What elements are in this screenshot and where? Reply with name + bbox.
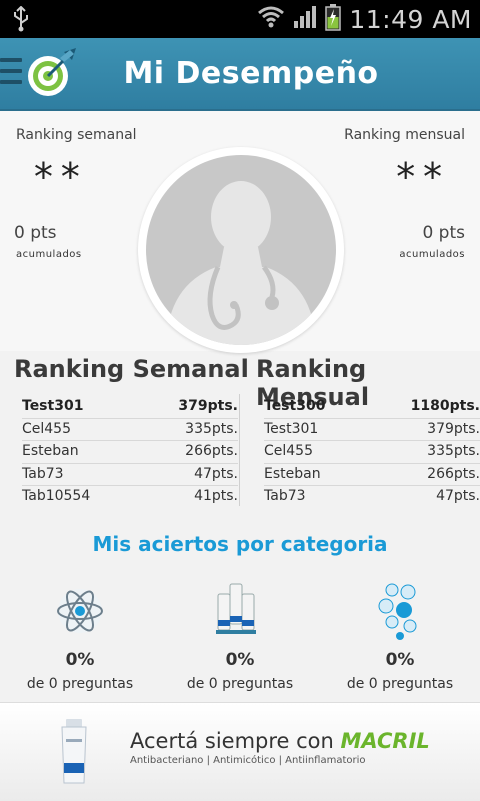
atom-icon <box>50 580 110 642</box>
battery-charging-icon <box>325 3 342 35</box>
category-item[interactable]: 0% de 0 preguntas <box>320 580 480 692</box>
science-bubbles-icon <box>370 580 430 642</box>
category-subtitle: de 0 preguntas <box>186 676 294 692</box>
table-row: Tab73 47pts. <box>22 464 238 486</box>
doctor-silhouette-icon <box>166 181 316 345</box>
player-points: 379pts. <box>178 398 238 414</box>
player-points: 47pts. <box>194 465 238 482</box>
player-name: Tab73 <box>264 488 306 504</box>
table-row: Test301 379pts. <box>22 396 238 419</box>
player-name: Esteban <box>22 443 79 459</box>
avatar[interactable] <box>138 147 344 353</box>
player-name: Test301 <box>22 398 84 414</box>
category-percent: 0% <box>65 650 95 670</box>
table-row: Esteban 266pts. <box>264 464 480 486</box>
table-row: Test301 379pts. <box>264 419 480 441</box>
monthly-ranking-table: Test300 1180pts. Test301 379pts. Cel455 335… <box>264 396 480 508</box>
category-item[interactable]: 0% de 0 preguntas <box>160 580 320 692</box>
category-item[interactable]: 0% de 0 preguntas <box>0 580 160 692</box>
monthly-points-caption: acumulados <box>399 249 465 260</box>
wifi-icon <box>257 5 285 33</box>
target-wing-logo[interactable] <box>24 46 82 100</box>
ranking-divider <box>239 394 240 506</box>
player-points: 266pts. <box>185 443 238 459</box>
ad-banner[interactable]: Acertá siempre con MACRIL Antibacteriano… <box>0 702 480 801</box>
weekly-ranking-table: Test301 379pts. Cel455 335pts. Esteban 266p… <box>22 396 238 508</box>
category-subtitle: de 0 preguntas <box>26 676 134 692</box>
page-title: Mi Desempeño <box>123 56 379 91</box>
player-points: 379pts. <box>427 420 480 437</box>
player-name: Esteban <box>264 465 321 482</box>
player-points: 335pts. <box>427 443 480 459</box>
player-points: 1180pts. <box>410 398 480 414</box>
app-header: Mi Desempeño <box>0 38 480 111</box>
player-name: Tab10554 <box>22 488 91 504</box>
player-name: Tab73 <box>22 465 64 482</box>
weekly-points: 0 pts <box>14 223 57 243</box>
table-row: Test300 1180pts. <box>264 396 480 419</box>
player-points: 335pts. <box>185 420 238 437</box>
menu-icon[interactable] <box>0 58 24 90</box>
weekly-ranking-label: Ranking semanal <box>16 127 137 143</box>
weekly-ranking-title: Ranking Semanal <box>14 355 249 383</box>
status-bar: 11:49 AM <box>0 0 480 38</box>
weekly-points-caption: acumulados <box>16 249 82 260</box>
product-tube-icon <box>58 717 90 787</box>
usb-icon <box>12 5 30 36</box>
player-name: Test300 <box>264 398 326 414</box>
player-name: Cel455 <box>264 443 313 459</box>
categories-title: Mis aciertos por categoria <box>92 532 388 556</box>
category-subtitle: de 0 preguntas <box>346 676 454 692</box>
player-name: Cel455 <box>22 420 71 437</box>
player-points: 266pts. <box>427 465 480 482</box>
player-points: 41pts. <box>194 488 238 504</box>
ad-tagline: Antibacteriano | Antimicótico | Antiinfl… <box>130 755 366 766</box>
monthly-points: 0 pts <box>422 223 465 243</box>
table-row: Tab10554 41pts. <box>22 486 238 508</box>
signal-icon <box>293 5 317 33</box>
ad-slogan-text: Acertá siempre con <box>130 729 341 753</box>
ad-slogan: Acertá siempre con MACRIL <box>130 729 430 753</box>
weekly-rank-value: ** <box>32 155 86 199</box>
monthly-ranking-label: Ranking mensual <box>344 127 465 143</box>
ad-brand: MACRIL <box>340 729 430 753</box>
player-points: 47pts. <box>436 488 480 504</box>
table-row: Cel455 335pts. <box>264 441 480 464</box>
player-name: Test301 <box>264 420 319 437</box>
category-percent: 0% <box>225 650 255 670</box>
table-row: Cel455 335pts. <box>22 419 238 441</box>
table-row: Tab73 47pts. <box>264 486 480 508</box>
table-row: Esteban 266pts. <box>22 441 238 464</box>
monthly-rank-value: ** <box>394 155 448 199</box>
clock-time: 11:49 AM <box>349 4 472 34</box>
category-percent: 0% <box>385 650 415 670</box>
medicine-tubes-icon <box>210 580 270 642</box>
